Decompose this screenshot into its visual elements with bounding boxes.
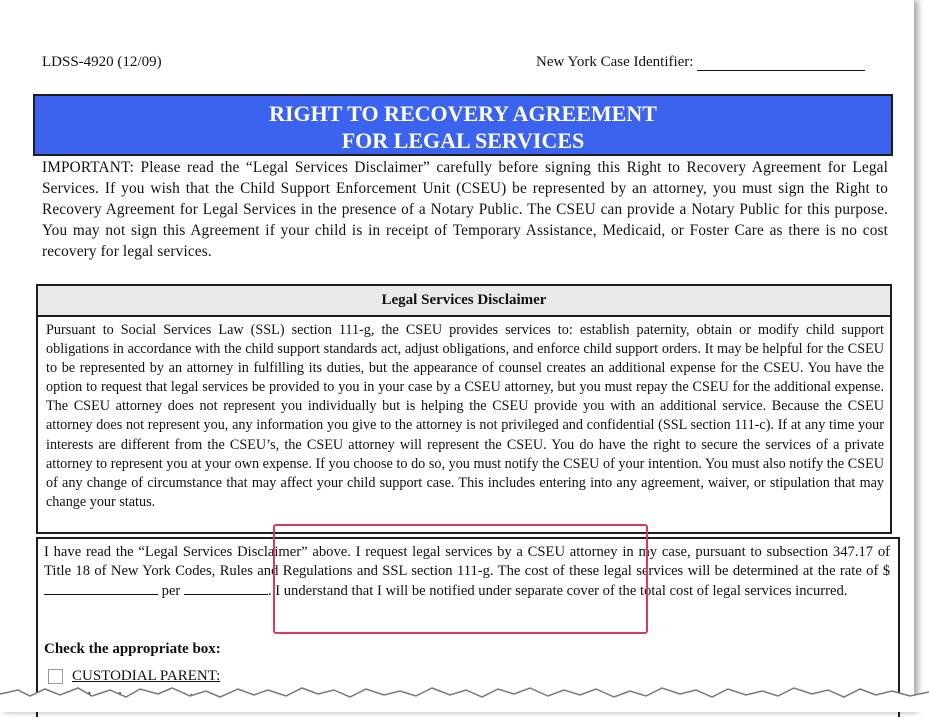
per-word: per <box>161 582 181 599</box>
case-identifier-label: New York Case Identifier: <box>536 54 694 70</box>
important-notice: IMPORTANT: Please read the “Legal Servic… <box>42 159 888 260</box>
disclaimer-body: Pursuant to Social Services Law (SSL) se… <box>46 322 884 510</box>
torn-edge <box>0 687 929 712</box>
title-line-1: RIGHT TO RECOVERY AGREEMENT <box>269 101 657 126</box>
form-id: LDSS-4920 (12/09) <box>42 54 162 70</box>
disclaimer-heading: Legal Services Disclaimer <box>38 286 890 317</box>
rate-unit-field[interactable] <box>183 582 268 595</box>
title-line-2: FOR LEGAL SERVICES <box>341 128 585 153</box>
legal-services-disclaimer: Legal Services Disclaimer Pursuant to So… <box>36 284 892 534</box>
case-identifier-field[interactable] <box>697 56 866 71</box>
title-banner: RIGHT TO RECOVERY AGREEMENT FOR LEGAL SE… <box>33 94 893 156</box>
case-identifier: New York Case Identifier: <box>536 54 866 71</box>
check-box-label: Check the appropriate box: <box>44 641 221 657</box>
document-page: LDSS-4920 (12/09) New York Case Identifi… <box>0 0 914 717</box>
highlight-box <box>273 524 648 634</box>
rate-amount-field[interactable] <box>44 582 158 595</box>
